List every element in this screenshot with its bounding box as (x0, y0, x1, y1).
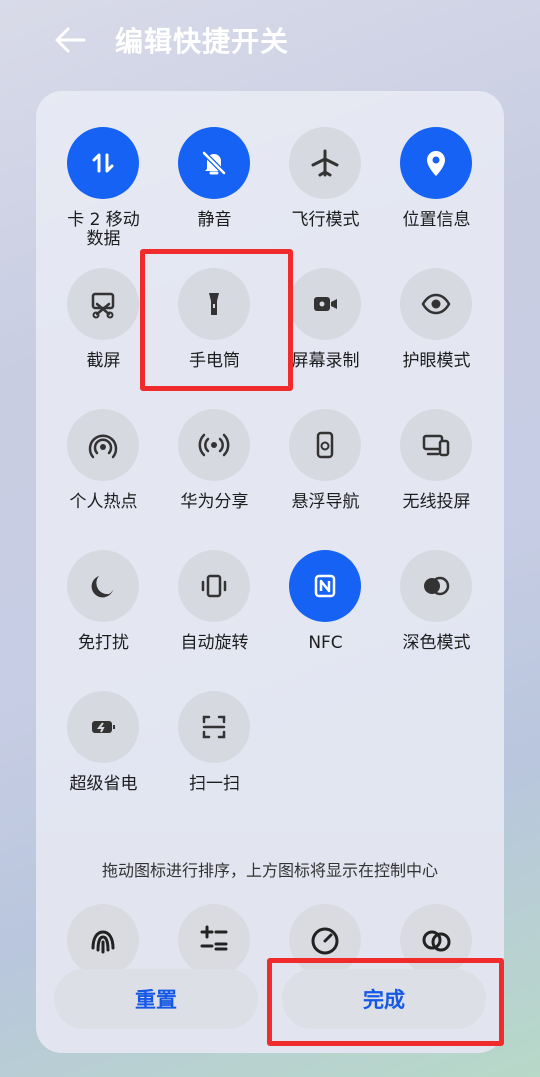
tile-dark-mode[interactable]: 深色模式 (381, 550, 492, 680)
tile-label: 免打扰 (78, 633, 129, 653)
tile-airplane[interactable]: 飞行模式 (270, 127, 381, 257)
tile-hotspot[interactable]: 个人热点 (48, 409, 159, 539)
available-tile[interactable] (400, 904, 472, 976)
tile-label: 华为分享 (180, 492, 249, 512)
quick-switch-panel: 卡 2 移动 数据 静音 飞行模式 位置信息截屏 手电筒 屏幕录制 护眼模式个人热点 华为分享… (36, 91, 504, 1053)
tile-toggle[interactable] (178, 691, 250, 763)
tile-huawei-share[interactable]: 华为分享 (159, 409, 270, 539)
tile-toggle[interactable] (67, 409, 139, 481)
timer-icon (311, 927, 339, 955)
tile-label: 护眼模式 (402, 351, 471, 371)
tile-auto-rotate[interactable]: 自动旋转 (159, 550, 270, 680)
done-button[interactable]: 完成 (282, 969, 486, 1029)
tile-toggle[interactable] (178, 268, 250, 340)
tile-toggle[interactable] (400, 409, 472, 481)
tile-eye[interactable]: 护眼模式 (381, 268, 492, 398)
tile-toggle[interactable] (67, 550, 139, 622)
tile-toggle[interactable] (178, 127, 250, 199)
tile-label: 个人热点 (69, 492, 138, 512)
mobile-data-icon (92, 153, 114, 173)
dark-mode-icon (424, 576, 450, 596)
arrow-left-icon (55, 27, 86, 53)
tile-label: 飞行模式 (291, 210, 360, 230)
tile-toggle[interactable] (400, 550, 472, 622)
calculator-icon (200, 925, 228, 951)
tile-flashlight[interactable]: 手电筒 (159, 268, 270, 398)
wireless-projection-icon (422, 434, 450, 457)
tile-wireless-projection[interactable]: 无线投屏 (381, 409, 492, 539)
tile-label: 扫一扫 (189, 774, 240, 794)
floating-nav-icon (316, 431, 334, 459)
flashlight-icon (209, 293, 219, 315)
huawei-share-icon (198, 433, 230, 457)
tile-floating-nav[interactable]: 悬浮导航 (270, 409, 381, 539)
tile-toggle[interactable] (289, 127, 361, 199)
tile-label: 屏幕录制 (291, 351, 360, 371)
tile-bell-off[interactable]: 静音 (159, 127, 270, 257)
screenshot-scissors-icon (91, 292, 115, 319)
airplane-icon (311, 149, 339, 177)
available-tile[interactable] (289, 904, 361, 976)
tile-label: 卡 2 移动 数据 (67, 210, 140, 249)
tile-power-saving[interactable]: 超级省电 (48, 691, 159, 821)
tile-label: 无线投屏 (402, 492, 471, 512)
tile-label: 手电筒 (189, 351, 240, 371)
tile-scan[interactable]: 扫一扫 (159, 691, 270, 821)
auto-rotate-icon (201, 574, 227, 598)
tile-label: 位置信息 (402, 210, 471, 230)
tile-toggle[interactable] (400, 268, 472, 340)
eye-icon (421, 293, 451, 315)
tile-label: 悬浮导航 (291, 492, 360, 512)
tile-label: 静音 (197, 210, 232, 230)
tile-mobile-data[interactable]: 卡 2 移动 数据 (48, 127, 159, 257)
tile-moon[interactable]: 免打扰 (48, 550, 159, 680)
tile-toggle[interactable] (67, 691, 139, 763)
tile-toggle[interactable] (67, 127, 139, 199)
hotspot-icon (88, 434, 118, 459)
tile-screenshot-scissors[interactable]: 截屏 (48, 268, 159, 398)
tile-label: 截屏 (86, 351, 121, 371)
tile-toggle[interactable] (178, 550, 250, 622)
tile-toggle[interactable] (400, 127, 472, 199)
tile-label: NFC (308, 633, 343, 653)
scan-icon (202, 715, 226, 739)
tile-label: 自动旋转 (180, 633, 249, 653)
tile-toggle[interactable] (289, 268, 361, 340)
header: 编辑快捷开关 (0, 0, 540, 80)
fingerprint-icon (91, 930, 115, 954)
tile-label: 超级省电 (69, 774, 138, 794)
tile-toggle[interactable] (289, 409, 361, 481)
tile-toggle[interactable] (289, 550, 361, 622)
tile-location-pin[interactable]: 位置信息 (381, 127, 492, 257)
sort-hint-text: 拖动图标进行排序，上方图标将显示在控制中心 (101, 861, 438, 880)
available-tile[interactable] (67, 904, 139, 976)
tile-toggle[interactable] (178, 409, 250, 481)
power-saving-icon (92, 721, 115, 733)
reset-button[interactable]: 重置 (54, 969, 258, 1029)
cloud-icon (422, 930, 451, 952)
back-button[interactable] (50, 20, 90, 60)
bell-off-icon (202, 151, 226, 175)
tile-label: 深色模式 (402, 633, 471, 653)
tile-screen-record[interactable]: 屏幕录制 (270, 268, 381, 398)
location-pin-icon (427, 151, 445, 176)
screen-record-icon (314, 297, 337, 311)
tile-toggle[interactable] (67, 268, 139, 340)
nfc-icon (314, 574, 336, 598)
tile-nfc[interactable]: NFC (270, 550, 381, 680)
moon-icon (91, 576, 113, 598)
page-title: 编辑快捷开关 (115, 25, 290, 58)
available-tile[interactable] (178, 904, 250, 976)
